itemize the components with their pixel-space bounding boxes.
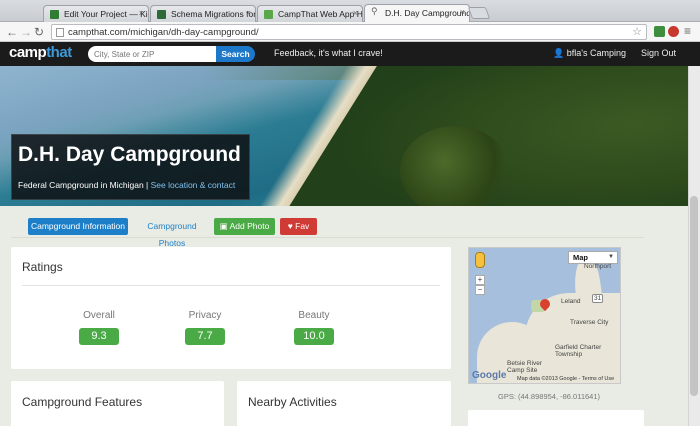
nearby-activities-panel: Nearby Activities <box>237 381 451 426</box>
extension-icon[interactable] <box>654 26 665 37</box>
close-tab-icon[interactable]: × <box>139 8 144 18</box>
search-button[interactable]: Search <box>216 46 255 62</box>
map-town-label: Betsie River Camp Site <box>507 360 543 374</box>
hero-tree <box>400 126 510 206</box>
rating-privacy: Privacy 7.7 <box>175 310 235 345</box>
map-town-label: Garfield Charter Township <box>555 344 602 358</box>
map-road-shield: 31 <box>592 294 604 303</box>
rating-score-badge: 10.0 <box>294 328 334 345</box>
map-town-label: Northport <box>584 263 612 270</box>
close-tab-icon[interactable]: × <box>246 8 251 18</box>
logo-text: that <box>46 44 72 61</box>
subtitle-separator: | <box>143 180 151 190</box>
reload-icon[interactable]: ↻ <box>34 25 44 39</box>
browser-tab-dh-day[interactable]: ⚲ D.H. Day Campground ~ M × <box>364 4 470 23</box>
rating-label: Privacy <box>188 310 222 321</box>
forward-icon[interactable]: → <box>20 25 32 39</box>
campground-subtitle: Federal Campground in Michigan | See loc… <box>18 180 235 190</box>
browser-toolbar: ← → ↻ campthat.com/michigan/dh-day-campg… <box>0 22 700 42</box>
extension-icon[interactable] <box>668 26 679 37</box>
tab-title: Schema Migrations for Dja <box>171 9 256 19</box>
fav-label: Fav <box>295 221 310 231</box>
campground-photos-link[interactable]: Campground Photos <box>135 218 209 248</box>
campthat-favicon-icon <box>264 10 273 19</box>
ratings-heading: Ratings <box>22 260 63 274</box>
url-text: campthat.com/michigan/dh-day-campground/ <box>68 27 259 38</box>
map-town-label: Leland <box>561 298 581 305</box>
search-input[interactable] <box>88 46 218 62</box>
close-tab-icon[interactable]: × <box>353 8 358 18</box>
menu-icon[interactable]: ≡ <box>684 24 691 38</box>
rating-score-badge: 9.3 <box>79 328 119 345</box>
google-logo: Google <box>472 370 507 381</box>
scrollbar-thumb[interactable] <box>690 196 698 396</box>
features-heading: Campground Features <box>22 395 143 409</box>
rating-overall: Overall 9.3 <box>69 310 129 345</box>
divider <box>22 285 440 286</box>
campground-title-box: D.H. Day Campground Federal Campground i… <box>11 134 250 200</box>
street-view-pegman-icon[interactable] <box>475 252 485 268</box>
ratings-panel: Ratings Overall 9.3 Privacy 7.7 Beauty 1… <box>11 247 451 369</box>
add-photo-label: Add Photo <box>229 221 270 231</box>
location-map[interactable]: + − Map ▼ Northport Leland Traverse City… <box>468 247 621 384</box>
user-icon: 👤 <box>553 48 565 58</box>
campthat-logo[interactable]: campthat <box>9 44 72 61</box>
location-contact-link[interactable]: See location & contact <box>151 180 236 190</box>
tab-title: D.H. Day Campground ~ M <box>385 8 470 18</box>
gps-coordinates: GPS: (44.898954, -86.011641) <box>498 392 601 401</box>
sign-out-link[interactable]: Sign Out <box>641 48 676 58</box>
browser-tab-schema[interactable]: Schema Migrations for Dja × <box>150 5 256 22</box>
campground-information-button[interactable]: Campground Information <box>28 218 128 235</box>
kickstarter-favicon-icon <box>50 10 59 19</box>
rating-label: Beauty <box>298 310 330 321</box>
page-icon <box>56 28 64 37</box>
tab-title: CampThat Web App Helps <box>278 9 363 19</box>
back-icon[interactable]: ← <box>6 25 18 39</box>
divider <box>11 237 644 238</box>
address-bar[interactable]: campthat.com/michigan/dh-day-campground/… <box>51 24 647 40</box>
new-tab-button[interactable] <box>467 7 491 19</box>
rating-label: Overall <box>83 310 115 321</box>
feedback-link[interactable]: Feedback, it's what I crave! <box>274 48 383 58</box>
zoom-in-button[interactable]: + <box>475 275 485 285</box>
add-photo-button[interactable]: ▣ Add Photo <box>214 218 275 235</box>
page-title: D.H. Day Campground <box>18 143 241 166</box>
browser-tab-bar: Edit Your Project — Kickst × Schema Migr… <box>0 0 700 23</box>
campground-features-panel: Campground Features <box>11 381 224 426</box>
rating-score-badge: 7.7 <box>185 328 225 345</box>
logo-text: camp <box>9 44 47 61</box>
chevron-down-icon: ▼ <box>608 254 614 260</box>
close-tab-icon[interactable]: × <box>460 7 465 17</box>
campground-type: Federal Campground in Michigan <box>18 180 144 190</box>
zoom-out-button[interactable]: − <box>475 285 485 295</box>
sidebar-panel <box>468 410 644 426</box>
rating-beauty: Beauty 10.0 <box>284 310 344 345</box>
map-copyright[interactable]: Map data ©2013 Google - Terms of Use <box>517 376 614 382</box>
camera-icon: ▣ <box>219 221 228 231</box>
tab-title: Edit Your Project — Kickst <box>64 9 148 19</box>
browser-tab-campthat-help[interactable]: CampThat Web App Helps × <box>257 5 363 22</box>
user-menu[interactable]: 👤 bfla's Camping <box>553 48 626 59</box>
browser-tab-kickstarter[interactable]: Edit Your Project — Kickst × <box>43 5 149 22</box>
map-town-label: Traverse City <box>570 319 609 326</box>
campthat-favicon-icon: ⚲ <box>371 6 378 16</box>
fav-button[interactable]: ♥ Fav <box>280 218 317 235</box>
django-favicon-icon <box>157 10 166 19</box>
user-name: bfla's Camping <box>566 48 626 58</box>
bookmark-star-icon[interactable]: ☆ <box>632 25 642 38</box>
activities-heading: Nearby Activities <box>248 395 337 409</box>
site-navbar: campthat Search Feedback, it's what I cr… <box>0 42 700 66</box>
map-type-label: Map <box>573 253 588 262</box>
heart-icon: ♥ <box>287 221 293 231</box>
